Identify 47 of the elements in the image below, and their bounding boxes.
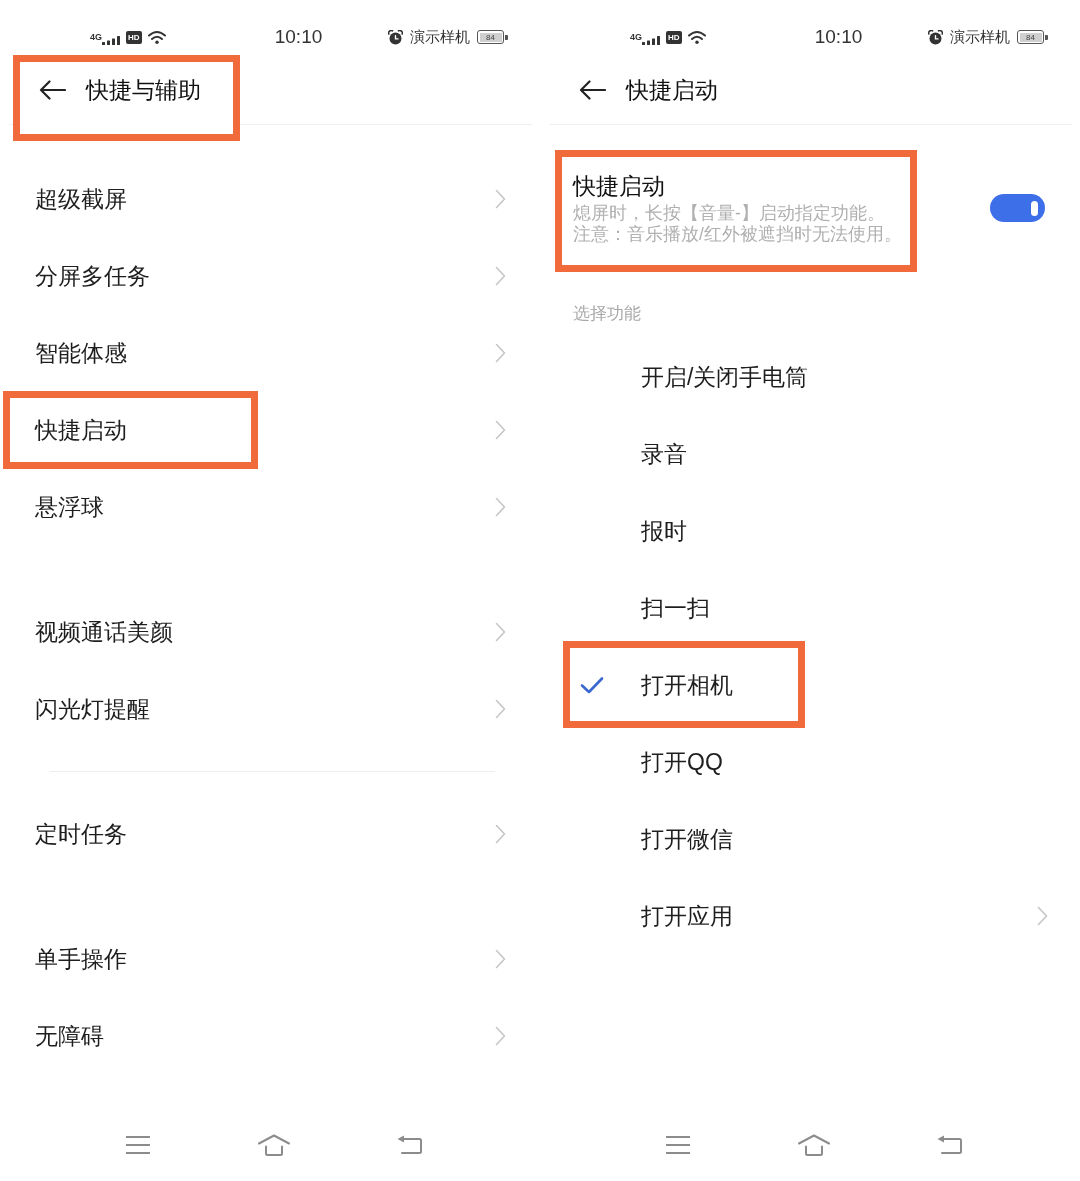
menu-item[interactable]: 智能体感 xyxy=(0,314,540,391)
device-label: 演示样机 xyxy=(950,28,1010,46)
home-icon[interactable] xyxy=(797,1133,831,1157)
hd-badge: HD xyxy=(126,30,142,44)
option-item[interactable]: 打开相机 xyxy=(540,646,1080,724)
back-icon[interactable] xyxy=(937,1135,963,1155)
back-icon[interactable] xyxy=(397,1135,423,1155)
menu-icon[interactable] xyxy=(665,1135,691,1155)
option-item[interactable]: 报时 xyxy=(540,492,1080,570)
toggle-switch[interactable] xyxy=(990,194,1045,222)
menu-item[interactable]: 单手操作 xyxy=(0,920,540,997)
network-type-label: 4G xyxy=(90,32,102,42)
menu-item[interactable]: 快捷启动 xyxy=(0,391,540,468)
back-arrow-icon[interactable] xyxy=(38,78,66,101)
menu-item[interactable]: 分屏多任务 xyxy=(0,237,540,314)
menu-item[interactable]: 超级截屏 xyxy=(0,160,540,237)
menu-item[interactable]: 悬浮球 xyxy=(0,468,540,545)
option-item[interactable]: 打开QQ xyxy=(540,723,1080,801)
menu-icon[interactable] xyxy=(125,1135,151,1155)
alarm-clock-icon xyxy=(928,29,943,45)
network-type-label: 4G xyxy=(630,32,642,42)
wifi-icon xyxy=(687,30,706,44)
home-icon[interactable] xyxy=(257,1133,291,1157)
section-label: 选择功能 xyxy=(572,303,642,325)
clock-time: 10:10 xyxy=(814,25,863,49)
back-arrow-icon[interactable] xyxy=(578,78,606,101)
option-item[interactable]: 录音 xyxy=(540,415,1080,493)
option-item[interactable]: 打开微信 xyxy=(540,800,1080,878)
option-item[interactable]: 扫一扫 xyxy=(540,569,1080,647)
menu-item[interactable]: 视频通话美颜 xyxy=(0,593,540,670)
page-title: 快捷与辅助 xyxy=(86,75,201,105)
option-item[interactable]: 开启/关闭手电筒 xyxy=(540,338,1080,416)
alarm-clock-icon xyxy=(388,29,403,45)
clock-time: 10:10 xyxy=(274,25,323,49)
description-text: 熄屏时，长按【音量-】启动指定功能。 xyxy=(573,203,886,224)
menu-item[interactable]: 无障碍 xyxy=(0,997,540,1074)
menu-item[interactable]: 定时任务 xyxy=(0,795,540,872)
page-title: 快捷启动 xyxy=(626,75,718,105)
description-text: 注意：音乐播放/红外被遮挡时无法使用。 xyxy=(573,224,903,245)
hd-badge: HD xyxy=(666,30,682,44)
signal-icon xyxy=(102,35,120,45)
signal-icon xyxy=(642,35,660,45)
option-item[interactable]: 打开应用 xyxy=(540,877,1080,955)
device-label: 演示样机 xyxy=(410,28,470,46)
menu-item[interactable]: 闪光灯提醒 xyxy=(0,670,540,747)
wifi-icon xyxy=(147,30,166,44)
switch-title: 快捷启动 xyxy=(573,172,666,201)
